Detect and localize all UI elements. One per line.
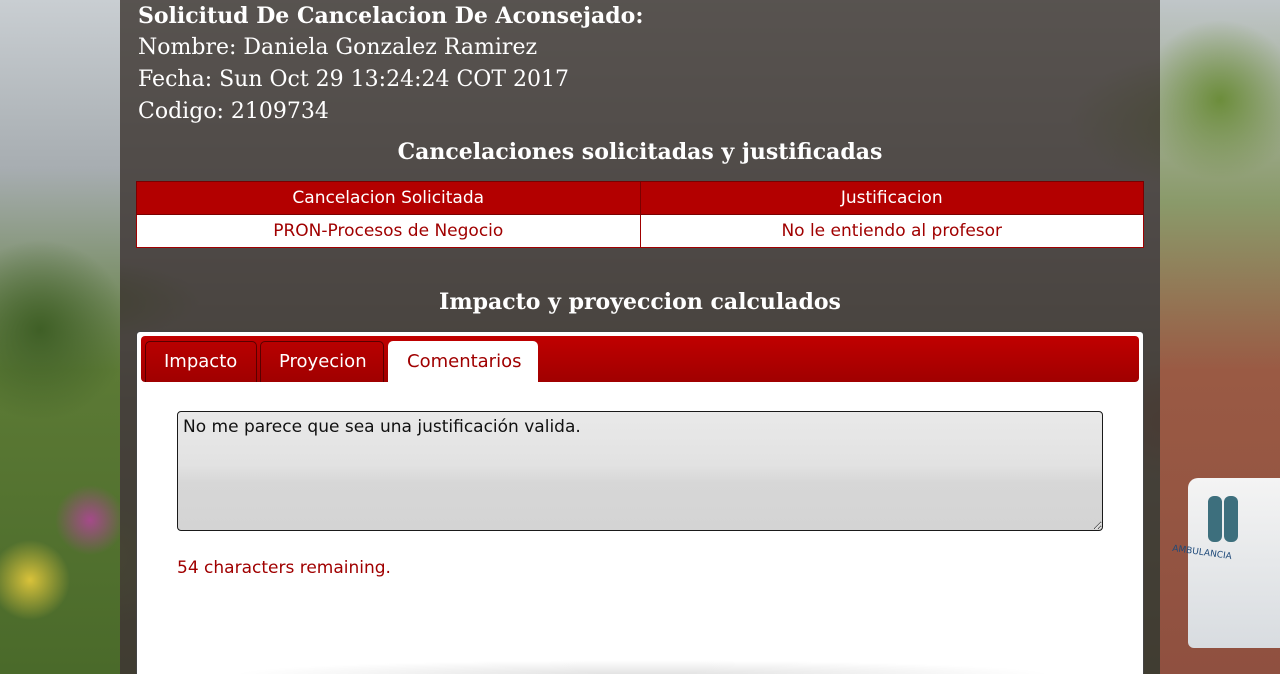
impacto-title: Impacto y proyeccion calculados <box>439 289 841 315</box>
ambulance-window <box>1208 496 1222 542</box>
cancelaciones-table: Cancelacion Solicitada Justificacion PRO… <box>136 181 1144 248</box>
request-heading: Solicitud De Cancelacion De Aconsejado: <box>138 3 644 29</box>
comment-textarea[interactable]: No me parece que sea una justificación v… <box>177 411 1103 531</box>
tab-impacto[interactable]: Impacto <box>145 341 257 382</box>
student-code: Codigo: 2109734 <box>138 99 329 124</box>
characters-remaining: 54 characters remaining. <box>177 558 391 578</box>
tab-proyecion[interactable]: Proyecion <box>260 341 384 382</box>
column-header-cancelacion: Cancelacion Solicitada <box>136 181 641 215</box>
student-name: Nombre: Daniela Gonzalez Ramirez <box>138 35 538 60</box>
request-date: Fecha: Sun Oct 29 13:24:24 COT 2017 <box>138 67 569 92</box>
ambulance-window <box>1224 496 1238 542</box>
tab-bar: Impacto Proyecion Comentarios <box>141 336 1139 382</box>
table-row: PRON-Procesos de Negocio No le entiendo … <box>136 214 1144 248</box>
cancelaciones-title: Cancelaciones solicitadas y justificadas <box>397 139 883 165</box>
cancelacion-cell: PRON-Procesos de Negocio <box>136 214 641 248</box>
panel-shadow <box>227 660 1057 674</box>
column-header-justificacion: Justificacion <box>639 181 1144 215</box>
justificacion-cell: No le entiendo al profesor <box>639 214 1144 248</box>
request-info: Solicitud De Cancelacion De Aconsejado: … <box>138 0 643 128</box>
table-header-row: Cancelacion Solicitada Justificacion <box>136 181 1144 215</box>
impacto-tabs-container: Impacto Proyecion Comentarios No me pare… <box>136 331 1144 674</box>
tab-comentarios[interactable]: Comentarios <box>388 341 538 382</box>
background-photo-left <box>0 0 120 674</box>
